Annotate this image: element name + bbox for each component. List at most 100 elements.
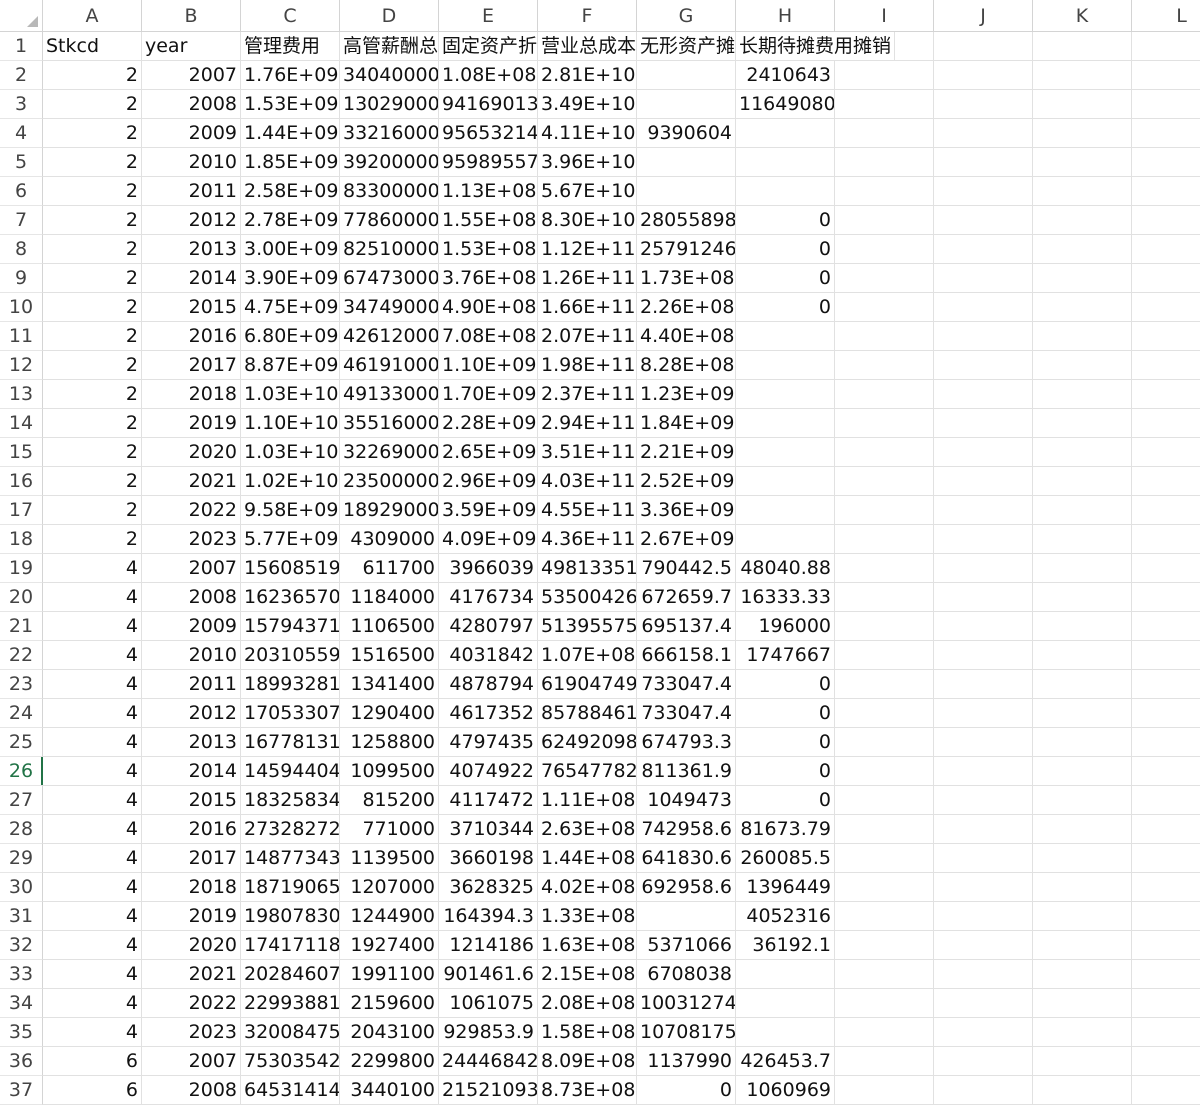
cell-f26[interactable]: 76547782: [538, 757, 637, 786]
cell-i30[interactable]: [835, 873, 934, 902]
cell-g1[interactable]: 无形资产摊销: [637, 32, 736, 61]
cell-c14[interactable]: 1.10E+10: [241, 409, 340, 438]
cell-b17[interactable]: 2022: [142, 496, 241, 525]
cell-i5[interactable]: [835, 148, 934, 177]
cell-h33[interactable]: [736, 960, 835, 989]
cell-l19[interactable]: [1132, 554, 1200, 583]
cell-h26[interactable]: 0: [736, 757, 835, 786]
cell-j30[interactable]: [934, 873, 1033, 902]
cell-a37[interactable]: 6: [43, 1076, 142, 1105]
cell-e2[interactable]: 1.08E+08: [439, 61, 538, 90]
cell-j28[interactable]: [934, 815, 1033, 844]
cell-e32[interactable]: 1214186: [439, 931, 538, 960]
cell-a26[interactable]: 4: [43, 757, 142, 786]
cell-d27[interactable]: 815200: [340, 786, 439, 815]
cell-d9[interactable]: 67473000: [340, 264, 439, 293]
cell-f22[interactable]: 1.07E+08: [538, 641, 637, 670]
cell-f11[interactable]: 2.07E+11: [538, 322, 637, 351]
cell-g14[interactable]: 1.84E+09: [637, 409, 736, 438]
cell-l10[interactable]: [1132, 293, 1200, 322]
row-header-17[interactable]: 17: [0, 496, 43, 525]
cell-b10[interactable]: 2015: [142, 293, 241, 322]
cell-a8[interactable]: 2: [43, 235, 142, 264]
cell-j5[interactable]: [934, 148, 1033, 177]
cell-f24[interactable]: 85788461: [538, 699, 637, 728]
row-header-37[interactable]: 37: [0, 1076, 43, 1105]
cell-g20[interactable]: 672659.7: [637, 583, 736, 612]
cell-c33[interactable]: 20284607: [241, 960, 340, 989]
cell-f37[interactable]: 8.73E+08: [538, 1076, 637, 1105]
cell-l33[interactable]: [1132, 960, 1200, 989]
cell-c16[interactable]: 1.02E+10: [241, 467, 340, 496]
cell-h17[interactable]: [736, 496, 835, 525]
cell-a15[interactable]: 2: [43, 438, 142, 467]
cell-a22[interactable]: 4: [43, 641, 142, 670]
cell-c18[interactable]: 5.77E+09: [241, 525, 340, 554]
cell-j29[interactable]: [934, 844, 1033, 873]
cell-e34[interactable]: 1061075: [439, 989, 538, 1018]
row-header-27[interactable]: 27: [0, 786, 43, 815]
cell-g25[interactable]: 674793.3: [637, 728, 736, 757]
cell-k24[interactable]: [1033, 699, 1132, 728]
cell-f9[interactable]: 1.26E+11: [538, 264, 637, 293]
cell-f10[interactable]: 1.66E+11: [538, 293, 637, 322]
cell-h35[interactable]: [736, 1018, 835, 1047]
cell-f33[interactable]: 2.15E+08: [538, 960, 637, 989]
row-header-11[interactable]: 11: [0, 322, 43, 351]
cell-h36[interactable]: 426453.7: [736, 1047, 835, 1076]
cell-k4[interactable]: [1033, 119, 1132, 148]
cell-c24[interactable]: 17053307: [241, 699, 340, 728]
cell-l22[interactable]: [1132, 641, 1200, 670]
cell-g34[interactable]: 10031274: [637, 989, 736, 1018]
cell-h34[interactable]: [736, 989, 835, 1018]
cell-f3[interactable]: 3.49E+10: [538, 90, 637, 119]
cell-k37[interactable]: [1033, 1076, 1132, 1105]
cell-g16[interactable]: 2.52E+09: [637, 467, 736, 496]
cell-g22[interactable]: 666158.1: [637, 641, 736, 670]
cell-e28[interactable]: 3710344: [439, 815, 538, 844]
cell-b27[interactable]: 2015: [142, 786, 241, 815]
cell-e30[interactable]: 3628325: [439, 873, 538, 902]
cell-e19[interactable]: 3966039: [439, 554, 538, 583]
cell-d19[interactable]: 611700: [340, 554, 439, 583]
cell-j11[interactable]: [934, 322, 1033, 351]
cell-j9[interactable]: [934, 264, 1033, 293]
cell-i32[interactable]: [835, 931, 934, 960]
cell-e37[interactable]: 21521093: [439, 1076, 538, 1105]
row-header-31[interactable]: 31: [0, 902, 43, 931]
cell-f19[interactable]: 49813351: [538, 554, 637, 583]
cell-l11[interactable]: [1132, 322, 1200, 351]
cell-c27[interactable]: 18325834: [241, 786, 340, 815]
cell-i18[interactable]: [835, 525, 934, 554]
cell-f32[interactable]: 1.63E+08: [538, 931, 637, 960]
cell-a20[interactable]: 4: [43, 583, 142, 612]
cell-d37[interactable]: 3440100: [340, 1076, 439, 1105]
cell-a30[interactable]: 4: [43, 873, 142, 902]
cell-k29[interactable]: [1033, 844, 1132, 873]
cell-d18[interactable]: 4309000: [340, 525, 439, 554]
cell-g18[interactable]: 2.67E+09: [637, 525, 736, 554]
cell-l13[interactable]: [1132, 380, 1200, 409]
cell-e4[interactable]: 95653214: [439, 119, 538, 148]
cell-f25[interactable]: 62492098: [538, 728, 637, 757]
cell-k13[interactable]: [1033, 380, 1132, 409]
cell-d20[interactable]: 1184000: [340, 583, 439, 612]
cell-l37[interactable]: [1132, 1076, 1200, 1105]
cell-b29[interactable]: 2017: [142, 844, 241, 873]
cell-i21[interactable]: [835, 612, 934, 641]
cell-a31[interactable]: 4: [43, 902, 142, 931]
cell-g26[interactable]: 811361.9: [637, 757, 736, 786]
cell-j4[interactable]: [934, 119, 1033, 148]
cell-i36[interactable]: [835, 1047, 934, 1076]
cell-a18[interactable]: 2: [43, 525, 142, 554]
cell-h19[interactable]: 48040.88: [736, 554, 835, 583]
cell-b21[interactable]: 2009: [142, 612, 241, 641]
cell-f8[interactable]: 1.12E+11: [538, 235, 637, 264]
cell-b25[interactable]: 2013: [142, 728, 241, 757]
cell-i15[interactable]: [835, 438, 934, 467]
cell-j8[interactable]: [934, 235, 1033, 264]
cell-d13[interactable]: 49133000: [340, 380, 439, 409]
row-header-36[interactable]: 36: [0, 1047, 43, 1076]
row-header-3[interactable]: 3: [0, 90, 43, 119]
cell-a10[interactable]: 2: [43, 293, 142, 322]
